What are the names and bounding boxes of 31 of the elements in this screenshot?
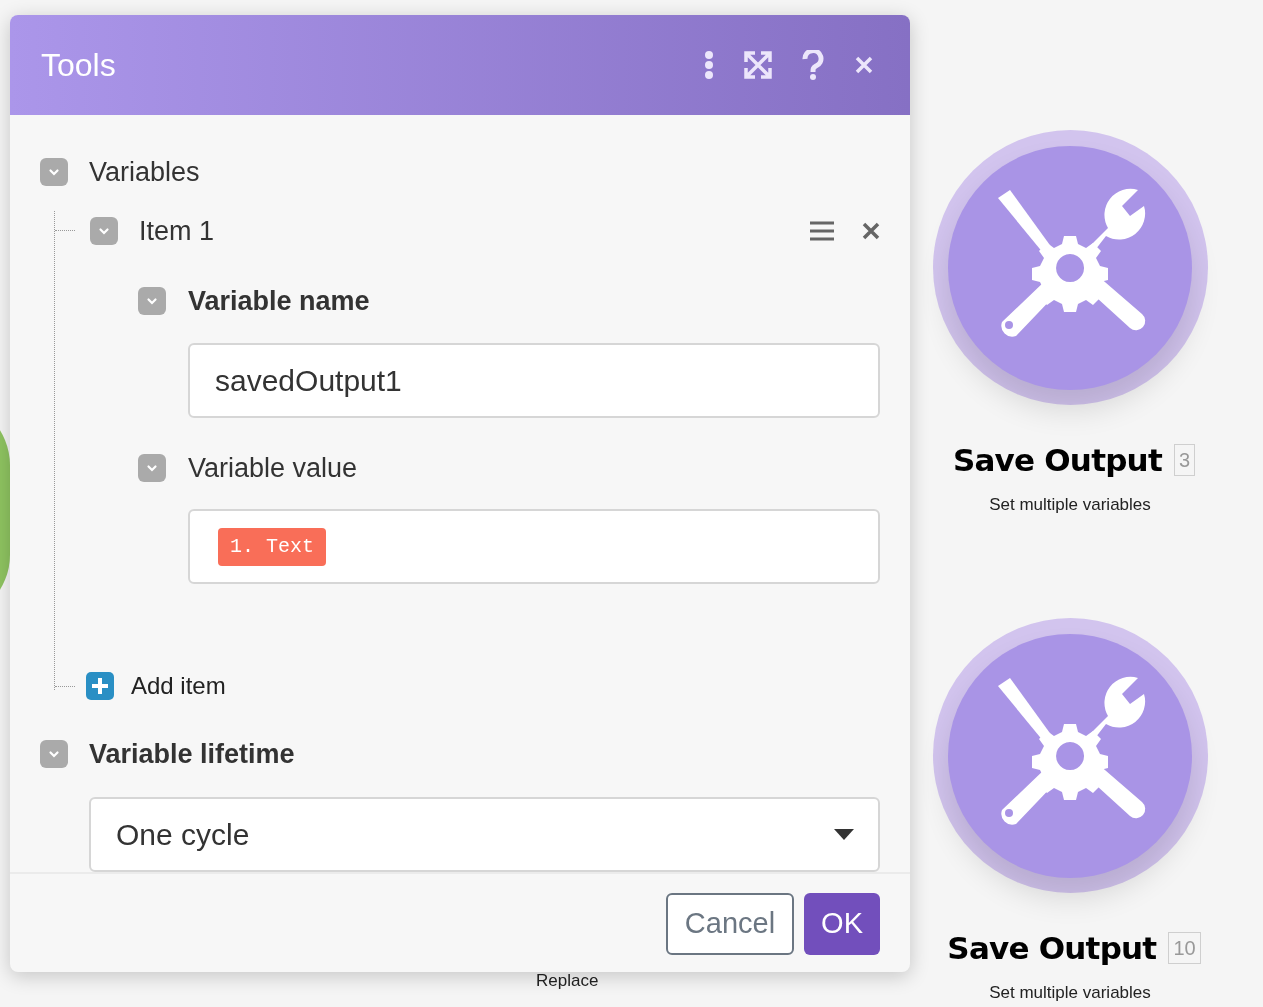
field-label: Variable value [188,451,358,485]
plus-icon [86,672,114,700]
collapse-toggle[interactable] [40,158,68,187]
select-field[interactable]: One cycle [89,796,880,872]
ok-button[interactable]: OK [804,892,880,955]
reorder-icon[interactable] [810,220,834,241]
more-icon[interactable] [704,51,714,79]
cancel-button[interactable]: Cancel [665,892,795,955]
field-label: Variable lifetime [89,738,295,771]
module-subtitle: Set multiple variables [989,493,1151,516]
field-label: Variable name [188,285,370,318]
expand-icon[interactable] [744,51,772,79]
item-label: Item 1 [139,214,216,248]
collapse-toggle[interactable] [40,740,68,769]
close-icon[interactable] [854,55,874,75]
add-item-button[interactable]: Add item [86,668,226,704]
module-badge: 10 [1168,932,1201,965]
module-title: Save Output [947,929,1157,968]
module-title: Save Output [952,441,1162,480]
dialog-title: Tools [41,46,117,85]
collapse-toggle[interactable] [138,287,166,316]
collapse-toggle[interactable] [138,453,166,482]
dropdown-caret-icon [834,828,854,840]
text-field[interactable]: savedOutput1 [188,342,880,418]
help-icon[interactable] [802,50,824,80]
module-subtitle: Set multiple variables [989,981,1151,1004]
module-badge: 3 [1173,444,1196,477]
delete-icon[interactable] [862,221,880,240]
collapse-toggle[interactable] [90,216,118,245]
section-label: Variables [89,156,200,189]
module-subtitle: Replace [536,970,599,992]
